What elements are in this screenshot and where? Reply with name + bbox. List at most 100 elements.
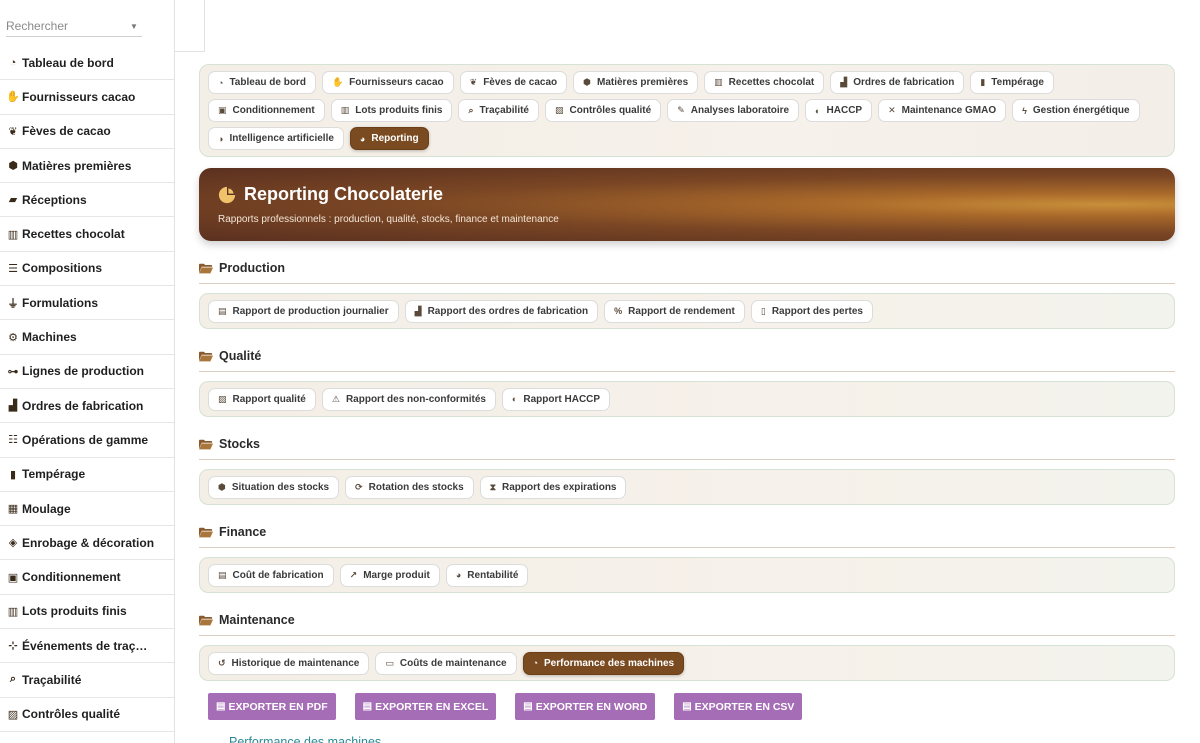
report-button[interactable]: ⚠ Rapport des non-conformités (321, 387, 496, 411)
section-header: Maintenance (199, 609, 1175, 636)
module-tab[interactable]: ❦ Fèves de cacao (459, 71, 568, 94)
sidebar-item[interactable]: ☰ Compositions (0, 252, 174, 287)
export-button[interactable]: ▤ EXPORTER EN PDF (208, 693, 336, 720)
report-button[interactable]: ⟳ Rotation des stocks (345, 475, 474, 499)
module-tab-label: Reporting (371, 133, 419, 144)
file-excel-icon: ▤ (362, 701, 373, 712)
report-button[interactable]: ◐ Rapport HACCP (501, 387, 611, 411)
file-csv-icon: ▤ (682, 701, 692, 712)
report-button[interactable]: ▯ Rapport des pertes (750, 299, 873, 323)
module-tab-label: Maintenance GMAO (901, 105, 997, 116)
sidebar-item[interactable]: ▮ Tempérage (0, 458, 174, 492)
module-tab[interactable]: ▥ Lots produits finis (330, 99, 453, 122)
sidebar-item[interactable]: ▰ Réceptions (0, 183, 174, 218)
report-button[interactable]: ▤ Coût de fabrication (208, 563, 334, 587)
module-tab-label: Gestion énergétique (1032, 105, 1130, 116)
sidebar-item[interactable]: ⚙ Machines (0, 320, 174, 355)
seedling-icon: ❦ (469, 77, 478, 87)
report-button[interactable]: ▭ Coûts de maintenance (375, 651, 517, 675)
sidebar-item[interactable]: ▦ Moulage (0, 492, 174, 527)
report-button[interactable]: % Rapport de rendement (604, 299, 745, 323)
sidebar-item-label: Ordres de fabrication (22, 398, 144, 413)
sidebar-item-label: Traçabilité (22, 672, 82, 687)
report-button-label: Rapport de rendement (628, 305, 735, 317)
history-icon: ↺ (218, 657, 226, 668)
report-button[interactable]: ⧗ Rapport des expirations (479, 475, 627, 499)
report-button[interactable]: ▟ Rapport des ordres de fabrication (404, 299, 599, 323)
sidebar-item[interactable]: ⏚ Formulations (0, 286, 174, 321)
box-icon: ▣ (7, 571, 19, 584)
module-tab[interactable]: ⌕ Traçabilité (458, 99, 539, 122)
thermometer-icon: ▮ (9, 468, 17, 481)
module-tab-label: Fèves de cacao (483, 77, 558, 88)
module-tab[interactable]: ▣ Conditionnement (208, 99, 325, 122)
module-tab-label: Conditionnement (232, 105, 315, 116)
sidebar-item[interactable]: ▥ Lots produits finis (0, 595, 174, 630)
export-button[interactable]: ▤ EXPORTER EN WORD (515, 693, 656, 720)
sidebar-item[interactable]: ✋ Fournisseurs cacao (0, 80, 174, 115)
sidebar-item[interactable]: ❦ Fèves de cacao (0, 115, 174, 149)
section-header: Qualité (199, 345, 1175, 372)
module-tab[interactable]: ✋ Fournisseurs cacao (321, 71, 454, 94)
sidebar-item[interactable]: ▨ Contrôles qualité (0, 698, 174, 732)
report-button[interactable]: ↺ Historique de maintenance (208, 651, 370, 675)
module-tab[interactable]: ◕ Reporting (349, 127, 429, 150)
export-button[interactable]: ▤ EXPORTER EN CSV (674, 693, 803, 720)
report-sections: Production ▤ Rapport de production journal… (199, 257, 1175, 681)
calendar-icon: ▤ (218, 305, 227, 316)
report-title-link[interactable]: Performance des machines (229, 735, 1175, 743)
module-tab[interactable]: ◔ Tableau de bord (208, 71, 316, 94)
report-button[interactable]: ⬢ Situation des stocks (208, 475, 340, 499)
chart-pie-icon: ◕ (455, 570, 462, 580)
folder-open-icon (199, 263, 213, 274)
report-button[interactable]: ↗ Marge produit (339, 563, 440, 587)
module-tab[interactable]: ◐ HACCP (805, 99, 873, 122)
sidebar-item[interactable]: ☷ Opérations de gamme (0, 423, 174, 458)
export-button-label: EXPORTER EN EXCEL (375, 700, 489, 713)
report-button-label: Rapport qualité (232, 393, 306, 405)
section-reports-panel: ▤ Rapport de production journalier ▟ Rappor… (199, 293, 1175, 329)
search-input[interactable] (6, 15, 142, 37)
sidebar-item[interactable]: ⊶ Lignes de production (0, 355, 174, 389)
hourglass-icon: ⧗ (489, 481, 497, 492)
report-button-label: Marge produit (363, 569, 430, 581)
sidebar-item[interactable]: ⬢ Matières premières (0, 149, 174, 184)
module-tab[interactable]: ▨ Contrôles qualité (544, 99, 662, 122)
section-header: Finance (199, 521, 1175, 548)
th-large-icon: ▦ (7, 503, 19, 515)
sidebar-item[interactable]: ⊹ Événements de traç… (0, 629, 174, 664)
module-tab[interactable]: ✎ Analyses laboratoire (667, 99, 800, 122)
sidebar-item-label: Conditionnement (22, 570, 121, 585)
export-button[interactable]: ▤ EXPORTER EN EXCEL (354, 693, 497, 720)
book-icon: ▥ (714, 77, 723, 87)
sidebar-item[interactable]: ◔ Tableau de bord (0, 46, 174, 81)
sidebar: ▼ ◔ Tableau de bord ✋Fournisseurs cacao ❦ Fè… (0, 0, 175, 743)
module-tab[interactable]: ✕ Maintenance GMAO (878, 99, 1007, 122)
cubes-icon: ⬢ (218, 481, 226, 492)
module-tab[interactable]: ▟ Ordres de fabrication (830, 71, 965, 94)
chevron-down-icon[interactable]: ▼ (130, 22, 138, 31)
gauge-icon: ◔ (218, 77, 224, 88)
module-tab[interactable]: ▮ Tempérage (970, 71, 1054, 94)
list-icon: ☰ (8, 262, 18, 275)
module-tabs: ◔ Tableau de bord ✋ Fournisseurs cacao ❦ Fève… (208, 71, 1166, 150)
folder-open-icon (199, 439, 213, 450)
section-reports-panel: ↺ Historique de maintenance ▭ Coûts de main… (199, 645, 1175, 681)
module-tab[interactable]: ▥ Recettes chocolat (704, 71, 825, 94)
report-button[interactable]: ◔ Performance des machines (522, 651, 685, 675)
report-button-label: Rapport des non-conformités (345, 393, 486, 405)
report-button[interactable]: ▤ Rapport de production journalier (208, 299, 399, 323)
sidebar-item[interactable]: ▥ Recettes chocolat (0, 217, 174, 252)
industry-icon: ▟ (840, 77, 848, 87)
report-button[interactable]: ▨ Rapport qualité (208, 387, 316, 411)
sidebar-item[interactable]: ▟ Ordres de fabrication (0, 389, 174, 424)
module-tab[interactable]: ⬢ Matières premières (573, 71, 699, 94)
sidebar-item-label: Fèves de cacao (22, 124, 111, 139)
module-tab[interactable]: ◑ Intelligence artificielle (208, 127, 344, 150)
module-tab[interactable]: ϟ Gestion énergétique (1012, 99, 1140, 122)
report-button[interactable]: ◕ Rentabilité (445, 563, 529, 587)
sidebar-item[interactable]: ⌕ Traçabilité (0, 663, 174, 698)
sidebar-item[interactable]: ◈ Enrobage & décoration (0, 526, 174, 561)
sidebar-item-label: Événements de traç… (22, 638, 148, 653)
sidebar-item[interactable]: ▣ Conditionnement (0, 560, 174, 595)
